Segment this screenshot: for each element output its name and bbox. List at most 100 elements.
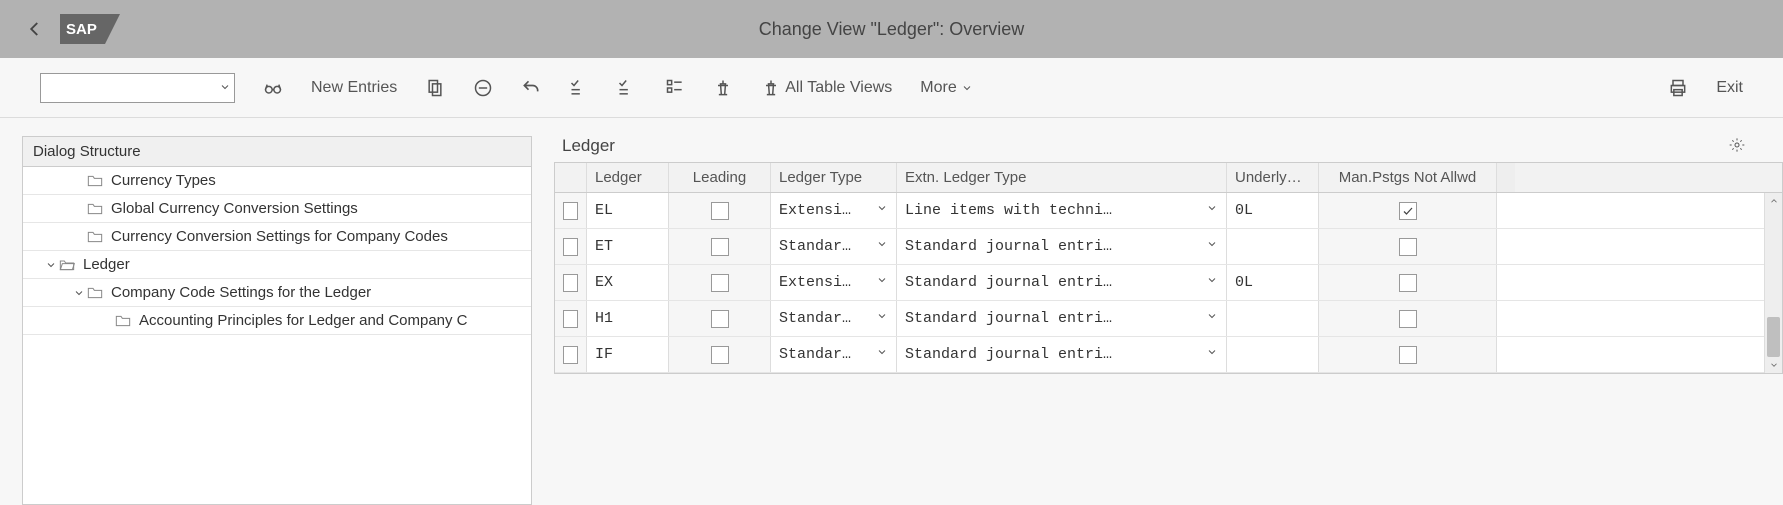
folder-icon (87, 230, 105, 244)
chevron-down-icon (876, 310, 888, 327)
toolbar-dropdown[interactable] (40, 73, 235, 103)
cell-underlying[interactable] (1227, 229, 1319, 264)
scroll-thumb[interactable] (1767, 317, 1780, 357)
more-label: More (920, 79, 956, 97)
cell-ledger[interactable]: ET (587, 229, 669, 264)
cell-ledger[interactable]: IF (587, 337, 669, 372)
all-table-views-button[interactable]: All Table Views (761, 78, 892, 98)
man-pstgs-checkbox[interactable] (1399, 274, 1417, 292)
chevron-down-icon (876, 238, 888, 255)
leading-checkbox[interactable] (711, 274, 729, 292)
copy-icon[interactable] (425, 78, 445, 98)
row-select-checkbox[interactable] (563, 346, 578, 364)
scroll-down-button[interactable] (1765, 357, 1782, 373)
cell-underlying[interactable]: 0L (1227, 193, 1319, 228)
tree-item[interactable]: Ledger (23, 251, 531, 279)
all-table-views-label: All Table Views (785, 79, 892, 97)
cell-underlying[interactable] (1227, 301, 1319, 336)
cell-ledger-type[interactable]: Standar… (771, 337, 897, 372)
cell-underlying[interactable]: 0L (1227, 265, 1319, 300)
folder-open-icon (59, 258, 77, 272)
select-block-icon[interactable] (617, 78, 637, 98)
tree-toggle-icon[interactable] (71, 287, 87, 299)
chevron-down-icon (1206, 310, 1218, 327)
tree-item[interactable]: Currency Types (23, 167, 531, 195)
tree-toggle-icon[interactable] (43, 259, 59, 271)
vertical-scrollbar[interactable] (1764, 193, 1782, 373)
tree-item-label: Accounting Principles for Ledger and Com… (139, 312, 468, 329)
table-row: EX Extensi…Standard journal entri…0L (555, 265, 1764, 301)
exit-button[interactable]: Exit (1716, 79, 1743, 97)
folder-icon (115, 314, 133, 328)
cell-ledger-type[interactable]: Standar… (771, 229, 897, 264)
grid-header: Ledger Leading Ledger Type Extn. Ledger … (555, 163, 1782, 193)
content-area: Dialog Structure Currency Types Global Cu… (0, 118, 1783, 505)
col-ledger-type[interactable]: Ledger Type (771, 163, 897, 192)
row-select-checkbox[interactable] (563, 202, 578, 220)
cell-ledger[interactable]: EL (587, 193, 669, 228)
leading-checkbox[interactable] (711, 202, 729, 220)
chevron-down-icon (1206, 274, 1218, 291)
cell-ledger-type[interactable]: Extensi… (771, 193, 897, 228)
app-header: SAP Change View "Ledger": Overview (0, 0, 1783, 58)
tree-item[interactable]: Accounting Principles for Ledger and Com… (23, 307, 531, 335)
more-menu[interactable]: More (920, 79, 972, 97)
cell-extn-ledger-type[interactable]: Standard journal entri… (897, 265, 1227, 300)
glasses-icon[interactable] (263, 78, 283, 98)
col-ledger[interactable]: Ledger (587, 163, 669, 192)
man-pstgs-checkbox[interactable] (1399, 238, 1417, 256)
dialog-structure-header: Dialog Structure (23, 137, 531, 167)
man-pstgs-checkbox[interactable] (1399, 310, 1417, 328)
deselect-all-icon[interactable] (665, 78, 685, 98)
dialog-structure-panel: Dialog Structure Currency Types Global Cu… (22, 136, 532, 505)
tree-item-label: Currency Types (111, 172, 216, 189)
back-button[interactable] (20, 20, 50, 38)
print-icon[interactable] (1668, 78, 1688, 98)
cell-ledger[interactable]: H1 (587, 301, 669, 336)
tree-item-label: Ledger (83, 256, 130, 273)
ledger-table-panel: Ledger Ledger Leading Ledger Type Extn. … (554, 136, 1783, 505)
scroll-up-button[interactable] (1765, 193, 1782, 209)
chevron-down-icon (876, 346, 888, 363)
new-entries-button[interactable]: New Entries (311, 79, 397, 97)
table-row: IF Standar…Standard journal entri… (555, 337, 1764, 373)
tree-item[interactable]: Currency Conversion Settings for Company… (23, 223, 531, 251)
folder-icon (87, 174, 105, 188)
cell-extn-ledger-type[interactable]: Standard journal entri… (897, 337, 1227, 372)
cell-ledger[interactable]: EX (587, 265, 669, 300)
tree-item[interactable]: Company Code Settings for the Ledger (23, 279, 531, 307)
cell-ledger-type[interactable]: Extensi… (771, 265, 897, 300)
toolbar: New Entries (0, 58, 1783, 118)
folder-icon (87, 286, 105, 300)
row-select-checkbox[interactable] (563, 238, 578, 256)
leading-checkbox[interactable] (711, 310, 729, 328)
cell-underlying[interactable] (1227, 337, 1319, 372)
col-extn-ledger-type[interactable]: Extn. Ledger Type (897, 163, 1227, 192)
cell-extn-ledger-type[interactable]: Standard journal entri… (897, 229, 1227, 264)
man-pstgs-checkbox[interactable] (1399, 346, 1417, 364)
toolbar-dropdown-input[interactable] (40, 73, 235, 103)
undo-icon[interactable] (521, 78, 541, 98)
cell-extn-ledger-type[interactable]: Standard journal entri… (897, 301, 1227, 336)
leading-checkbox[interactable] (711, 238, 729, 256)
leading-checkbox[interactable] (711, 346, 729, 364)
table-settings-button[interactable] (1729, 137, 1745, 156)
man-pstgs-checkbox[interactable] (1399, 202, 1417, 220)
chevron-down-icon (1206, 202, 1218, 219)
col-man-pstgs[interactable]: Man.Pstgs Not Allwd (1319, 163, 1497, 192)
col-underlying[interactable]: Underly… (1227, 163, 1319, 192)
ledger-grid: Ledger Leading Ledger Type Extn. Ledger … (554, 162, 1783, 374)
col-leading[interactable]: Leading (669, 163, 771, 192)
tree-item-label: Currency Conversion Settings for Company… (111, 228, 448, 245)
row-select-checkbox[interactable] (563, 310, 578, 328)
row-select-checkbox[interactable] (563, 274, 578, 292)
tree-item[interactable]: Global Currency Conversion Settings (23, 195, 531, 223)
table-row: EL Extensi…Line items with techni…0L (555, 193, 1764, 229)
configure-icon[interactable] (713, 78, 733, 98)
select-all-icon[interactable] (569, 78, 589, 98)
table-row: ET Standar…Standard journal entri… (555, 229, 1764, 265)
cell-ledger-type[interactable]: Standar… (771, 301, 897, 336)
cell-extn-ledger-type[interactable]: Line items with techni… (897, 193, 1227, 228)
minus-circle-icon[interactable] (473, 78, 493, 98)
folder-icon (87, 202, 105, 216)
